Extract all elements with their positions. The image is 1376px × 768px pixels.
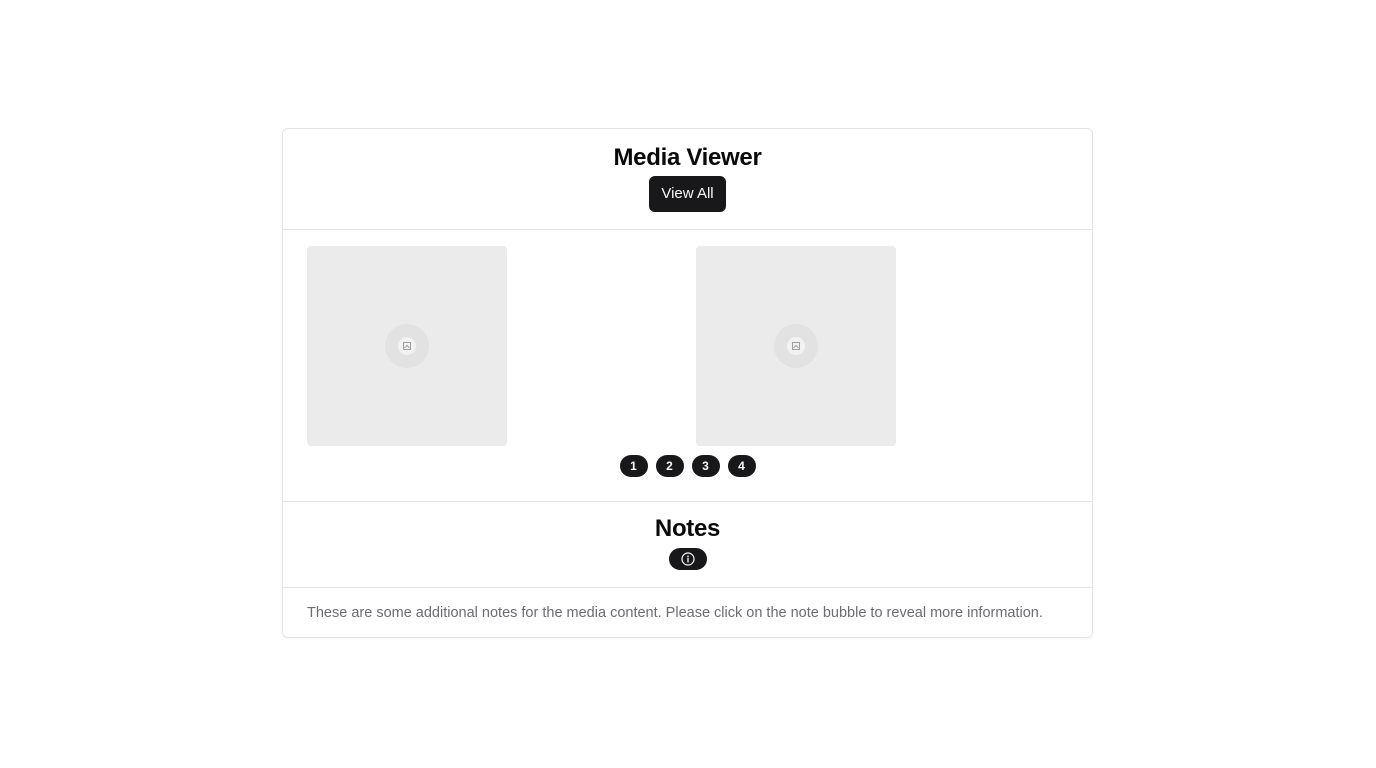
page-button-2[interactable]: 2 xyxy=(655,455,684,477)
pagination: 1 2 3 4 xyxy=(283,455,1092,477)
page-button-1[interactable]: 1 xyxy=(619,455,648,477)
note-bubble-button[interactable] xyxy=(668,548,707,570)
page-title: Media Viewer xyxy=(613,144,762,171)
notes-body: These are some additional notes for the … xyxy=(307,605,1043,621)
notes-header: Notes xyxy=(283,501,1092,588)
info-icon xyxy=(680,552,695,566)
media-tile-1[interactable] xyxy=(307,246,507,446)
media-viewer-header: Media Viewer View All xyxy=(283,129,1092,230)
page-button-3[interactable]: 3 xyxy=(691,455,720,477)
notes-title: Notes xyxy=(654,515,721,542)
media-viewer-card: Media Viewer View All 1 2 3 4 Notes Thes… xyxy=(282,128,1093,638)
view-all-button[interactable]: View All xyxy=(649,176,726,212)
media-tile-2[interactable] xyxy=(696,246,896,446)
page-button-4[interactable]: 4 xyxy=(727,455,756,477)
image-placeholder-icon xyxy=(792,342,800,350)
media-gallery: 1 2 3 4 xyxy=(283,229,1092,502)
image-placeholder-icon xyxy=(403,342,411,350)
